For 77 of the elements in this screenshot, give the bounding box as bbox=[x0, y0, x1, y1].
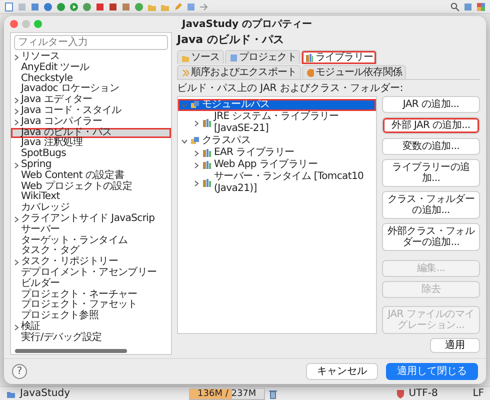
search-icon[interactable] bbox=[450, 2, 460, 12]
category-item[interactable]: Java コンパイラー bbox=[11, 116, 171, 128]
action-button[interactable]: 変数の追加... bbox=[382, 138, 480, 156]
help-button[interactable]: ? bbox=[12, 364, 27, 379]
category-item[interactable]: WikiText bbox=[11, 192, 171, 204]
category-item[interactable]: AnyEdit ツール bbox=[11, 62, 171, 74]
tree-item[interactable]: モジュールパス bbox=[178, 99, 376, 112]
project-name: JavaStudy bbox=[20, 388, 70, 399]
scrollbar[interactable] bbox=[15, 349, 127, 353]
close-button[interactable] bbox=[10, 20, 18, 28]
category-item[interactable]: Java コード・スタイル bbox=[11, 106, 171, 117]
record-icon[interactable] bbox=[56, 2, 66, 12]
stop-icon[interactable] bbox=[95, 2, 105, 12]
category-item[interactable]: リソース bbox=[11, 52, 171, 63]
tree-item[interactable]: サーバー・ランタイム [Tomcat10 (Java21)] bbox=[178, 171, 376, 196]
encoding-label: UTF-8 bbox=[408, 388, 439, 399]
chevron-icon[interactable] bbox=[193, 180, 200, 187]
filter-field[interactable]: フィルター入力 bbox=[14, 35, 168, 50]
category-item[interactable]: SpotBugs bbox=[11, 149, 171, 160]
trash-icon[interactable] bbox=[268, 388, 277, 398]
arrow-icon[interactable] bbox=[199, 2, 209, 12]
action-button[interactable]: クラス・フォルダーの追加... bbox=[382, 191, 480, 220]
action-button[interactable]: ライブラリーの追加... bbox=[382, 159, 480, 188]
library-icon bbox=[202, 118, 212, 128]
arrows-icon bbox=[181, 68, 189, 78]
pencil-icon[interactable] bbox=[173, 2, 183, 12]
apply-button[interactable]: 適用 bbox=[430, 338, 480, 353]
category-item[interactable]: タスク・タグ bbox=[11, 246, 171, 258]
line-delimiter-label: LF bbox=[472, 388, 484, 399]
action-button[interactable]: 外部 JAR の追加... bbox=[382, 117, 480, 134]
category-item[interactable]: ビルダー bbox=[11, 278, 171, 290]
library-icon bbox=[202, 148, 212, 158]
cancel-button[interactable]: キャンセル bbox=[306, 363, 378, 380]
chevron-icon[interactable] bbox=[193, 120, 200, 127]
zoom-button[interactable] bbox=[34, 20, 42, 28]
tab[interactable]: プロジェクト bbox=[224, 50, 300, 64]
tree-item[interactable]: クラスパス bbox=[178, 135, 376, 148]
dialog-title: JavaStudy のプロパティー bbox=[180, 18, 313, 30]
library-icon bbox=[202, 160, 212, 170]
chevron-icon[interactable] bbox=[13, 324, 20, 331]
chevron-icon[interactable] bbox=[13, 216, 20, 223]
category-item[interactable]: デプロイメント・アセンブリー bbox=[11, 268, 171, 279]
category-item[interactable]: カバレッジ bbox=[11, 203, 171, 214]
page-title: Java のビルド・パス bbox=[177, 32, 285, 48]
category-item[interactable]: Web プロジェクトの設定 bbox=[11, 182, 171, 192]
tree-item[interactable]: EAR ライブラリー bbox=[178, 147, 376, 160]
list-label: ビルド・パス上の JAR およびクラス・フォルダー: bbox=[177, 83, 404, 94]
action-button[interactable]: JAR の追加... bbox=[382, 96, 480, 114]
category-item[interactable]: サーバー bbox=[11, 224, 171, 236]
category-item[interactable]: タスク・リポジトリー bbox=[11, 257, 171, 268]
library-icon bbox=[305, 52, 314, 63]
category-item[interactable]: 実行/デバッグ設定 bbox=[11, 332, 171, 344]
tab[interactable]: モジュール依存関係 bbox=[302, 65, 406, 80]
apply-and-close-button[interactable]: 適用して閉じる bbox=[386, 363, 478, 380]
category-item[interactable]: ターゲット・ランタイム bbox=[11, 236, 171, 246]
tab[interactable]: ソース bbox=[177, 50, 224, 64]
chevron-icon[interactable] bbox=[13, 259, 20, 266]
category-item[interactable]: Web Content の設定書 bbox=[11, 170, 171, 182]
tab[interactable]: 順序およびエクスポート bbox=[177, 65, 301, 80]
category-item[interactable]: Java 注釈処理 bbox=[11, 138, 171, 150]
run-icon[interactable] bbox=[69, 2, 79, 12]
tree-item[interactable]: Web App ライブラリー bbox=[178, 159, 376, 172]
chevron-icon[interactable] bbox=[13, 162, 20, 169]
category-item[interactable]: Javadoc ロケーション bbox=[11, 84, 171, 96]
category-item[interactable]: クライアントサイド JavaScrip bbox=[11, 214, 171, 225]
library-icon bbox=[202, 178, 212, 188]
tree-item[interactable]: JRE システム・ライブラリー [JavaSE-21] bbox=[178, 111, 376, 136]
shield-icon bbox=[396, 388, 405, 398]
category-item[interactable]: Checkstyle bbox=[11, 74, 171, 84]
category-item[interactable]: 検証 bbox=[11, 322, 171, 333]
action-button[interactable]: 外部クラス・フォルダーの追加... bbox=[382, 223, 480, 252]
category-item[interactable]: Spring bbox=[11, 160, 171, 171]
tab[interactable]: ライブラリー bbox=[301, 50, 378, 64]
chevron-icon[interactable] bbox=[13, 54, 20, 61]
category-item[interactable]: プロジェクト参照 bbox=[11, 311, 171, 322]
category-item[interactable]: Java エディター bbox=[11, 95, 171, 106]
new-file-icon[interactable] bbox=[4, 2, 14, 12]
